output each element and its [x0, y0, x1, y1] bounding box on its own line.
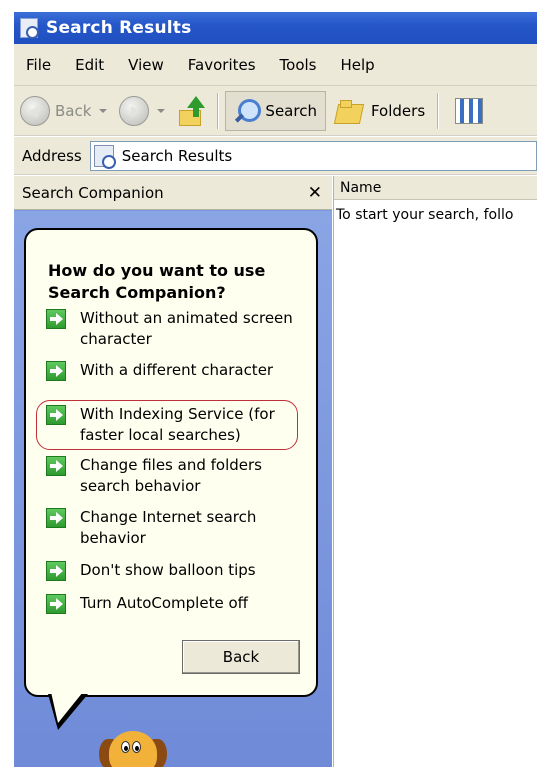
up-button[interactable]	[165, 91, 206, 131]
balloon-heading: How do you want to use Search Companion?	[48, 261, 266, 302]
forward-button[interactable]	[119, 91, 166, 131]
folders-icon	[336, 98, 366, 124]
address-label: Address	[22, 146, 82, 165]
menu-favorites[interactable]: Favorites	[188, 56, 256, 74]
results-pane: Name To start your search, follo	[333, 176, 537, 767]
magnifier-icon	[232, 97, 262, 125]
option-without-character[interactable]: Without an animated screen character	[46, 308, 311, 350]
address-value: Search Results	[121, 146, 233, 165]
address-bar: Address Search Results	[14, 137, 537, 175]
forward-arrow-icon	[119, 95, 150, 126]
toolbar-separator-2	[437, 92, 440, 129]
option-label: With Indexing Service (for faster local …	[80, 405, 275, 444]
search-companion-header: Search Companion ✕	[14, 176, 332, 210]
option-internet-search-behavior[interactable]: Change Internet search behavior	[46, 507, 311, 549]
search-button[interactable]: Search	[225, 90, 326, 131]
toolbar-separator	[217, 92, 220, 129]
forward-dropdown-icon[interactable]	[157, 108, 166, 113]
menu-tools[interactable]: Tools	[280, 56, 317, 74]
close-icon[interactable]: ✕	[308, 183, 322, 203]
menu-bar: File Edit View Favorites Tools Help	[14, 44, 537, 86]
green-arrow-icon	[46, 361, 66, 381]
results-hint-text: To start your search, follo	[336, 207, 514, 223]
search-companion-pane: Search Companion ✕ How do you want to us…	[14, 176, 332, 767]
back-arrow-icon	[20, 95, 50, 126]
option-different-character[interactable]: With a different character	[46, 360, 311, 381]
green-arrow-icon	[46, 309, 66, 329]
search-results-page-icon	[93, 144, 116, 169]
option-autocomplete-off[interactable]: Turn AutoComplete off	[46, 593, 311, 614]
option-label: Without an animated screen character	[80, 309, 293, 348]
speech-balloon: How do you want to use Search Companion?…	[24, 228, 318, 697]
back-button[interactable]: Back	[20, 91, 108, 131]
green-arrow-icon	[46, 561, 66, 581]
green-arrow-icon	[46, 594, 66, 614]
folders-label: Folders	[370, 101, 426, 120]
green-arrow-icon	[46, 456, 66, 476]
back-label: Back	[55, 101, 92, 120]
views-button[interactable]	[445, 91, 484, 131]
menu-help[interactable]: Help	[341, 56, 375, 74]
companion-back-button[interactable]: Back	[182, 640, 300, 674]
up-folder-icon	[179, 95, 206, 126]
menu-file[interactable]: File	[26, 56, 51, 74]
menu-view[interactable]: View	[128, 56, 164, 74]
search-companion-body: How do you want to use Search Companion?…	[14, 211, 332, 767]
option-label: Change Internet search behavior	[80, 508, 257, 547]
option-label: Turn AutoComplete off	[80, 594, 248, 612]
option-files-folders-behavior[interactable]: Change files and folders search behavior	[46, 455, 311, 497]
views-icon	[455, 97, 484, 124]
green-arrow-icon	[46, 508, 66, 528]
menu-edit[interactable]: Edit	[75, 56, 104, 74]
back-dropdown-icon[interactable]	[99, 108, 108, 113]
window-title: Search Results	[46, 18, 192, 38]
folders-button[interactable]: Folders	[326, 91, 425, 131]
option-no-balloon-tips[interactable]: Don't show balloon tips	[46, 560, 311, 581]
dog-character-icon[interactable]	[99, 731, 169, 767]
toolbar: Back Search Folders	[14, 86, 537, 136]
title-bar: Search Results	[14, 12, 537, 44]
address-field[interactable]: Search Results	[89, 140, 537, 171]
search-companion-title: Search Companion	[22, 183, 164, 202]
search-label: Search	[265, 101, 317, 120]
option-label: Don't show balloon tips	[80, 561, 256, 579]
option-label: Change files and folders search behavior	[80, 456, 262, 495]
option-indexing-service[interactable]: With Indexing Service (for faster local …	[46, 404, 311, 446]
option-label: With a different character	[80, 361, 274, 379]
search-results-window-icon	[20, 18, 39, 39]
green-arrow-icon	[46, 405, 66, 425]
column-header-name[interactable]: Name	[334, 176, 537, 200]
